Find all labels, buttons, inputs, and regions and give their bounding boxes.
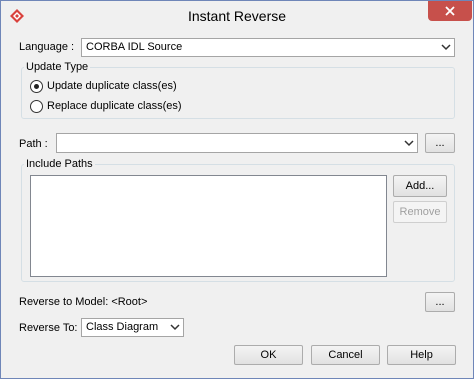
close-button[interactable] (428, 1, 472, 21)
language-select[interactable]: CORBA IDL Source (81, 38, 455, 57)
instant-reverse-dialog: Instant Reverse Language : CORBA IDL Sou… (0, 0, 474, 379)
reverse-to-model-label: Reverse to Model: <Root> (19, 296, 148, 308)
path-label: Path : (19, 138, 48, 150)
update-type-title: Update Type (24, 61, 91, 73)
ok-button[interactable]: OK (234, 345, 303, 365)
update-duplicate-radio[interactable] (30, 80, 43, 93)
reverse-to-model-browse-button[interactable]: ... (425, 292, 455, 312)
radio-selected-dot (34, 84, 39, 89)
close-icon (445, 6, 455, 16)
window-title: Instant Reverse (187, 8, 287, 24)
reverse-to-value: Class Diagram (86, 321, 159, 333)
path-input[interactable] (56, 133, 418, 153)
reverse-to-label: Reverse To: (19, 322, 78, 334)
reverse-to-select[interactable]: Class Diagram (81, 318, 184, 337)
chevron-down-icon (170, 324, 180, 331)
remove-path-button[interactable]: Remove (393, 201, 447, 223)
include-paths-group: Include Paths Add... Remove (21, 158, 455, 282)
title-bar: Instant Reverse (1, 1, 473, 31)
help-button[interactable]: Help (387, 345, 456, 365)
update-type-group: Update Type Update duplicate class(es) R… (21, 61, 455, 119)
add-path-button[interactable]: Add... (393, 175, 447, 197)
path-browse-button[interactable]: ... (425, 133, 455, 153)
include-paths-list[interactable] (30, 175, 387, 277)
cancel-button[interactable]: Cancel (311, 345, 380, 365)
include-paths-title: Include Paths (24, 158, 95, 170)
language-label: Language : (19, 41, 75, 53)
chevron-down-icon (404, 140, 414, 147)
language-value: CORBA IDL Source (86, 41, 183, 53)
replace-duplicate-radio[interactable] (30, 100, 43, 113)
chevron-down-icon (441, 44, 451, 51)
update-duplicate-label[interactable]: Update duplicate class(es) (47, 80, 177, 92)
replace-duplicate-label[interactable]: Replace duplicate class(es) (47, 100, 182, 112)
